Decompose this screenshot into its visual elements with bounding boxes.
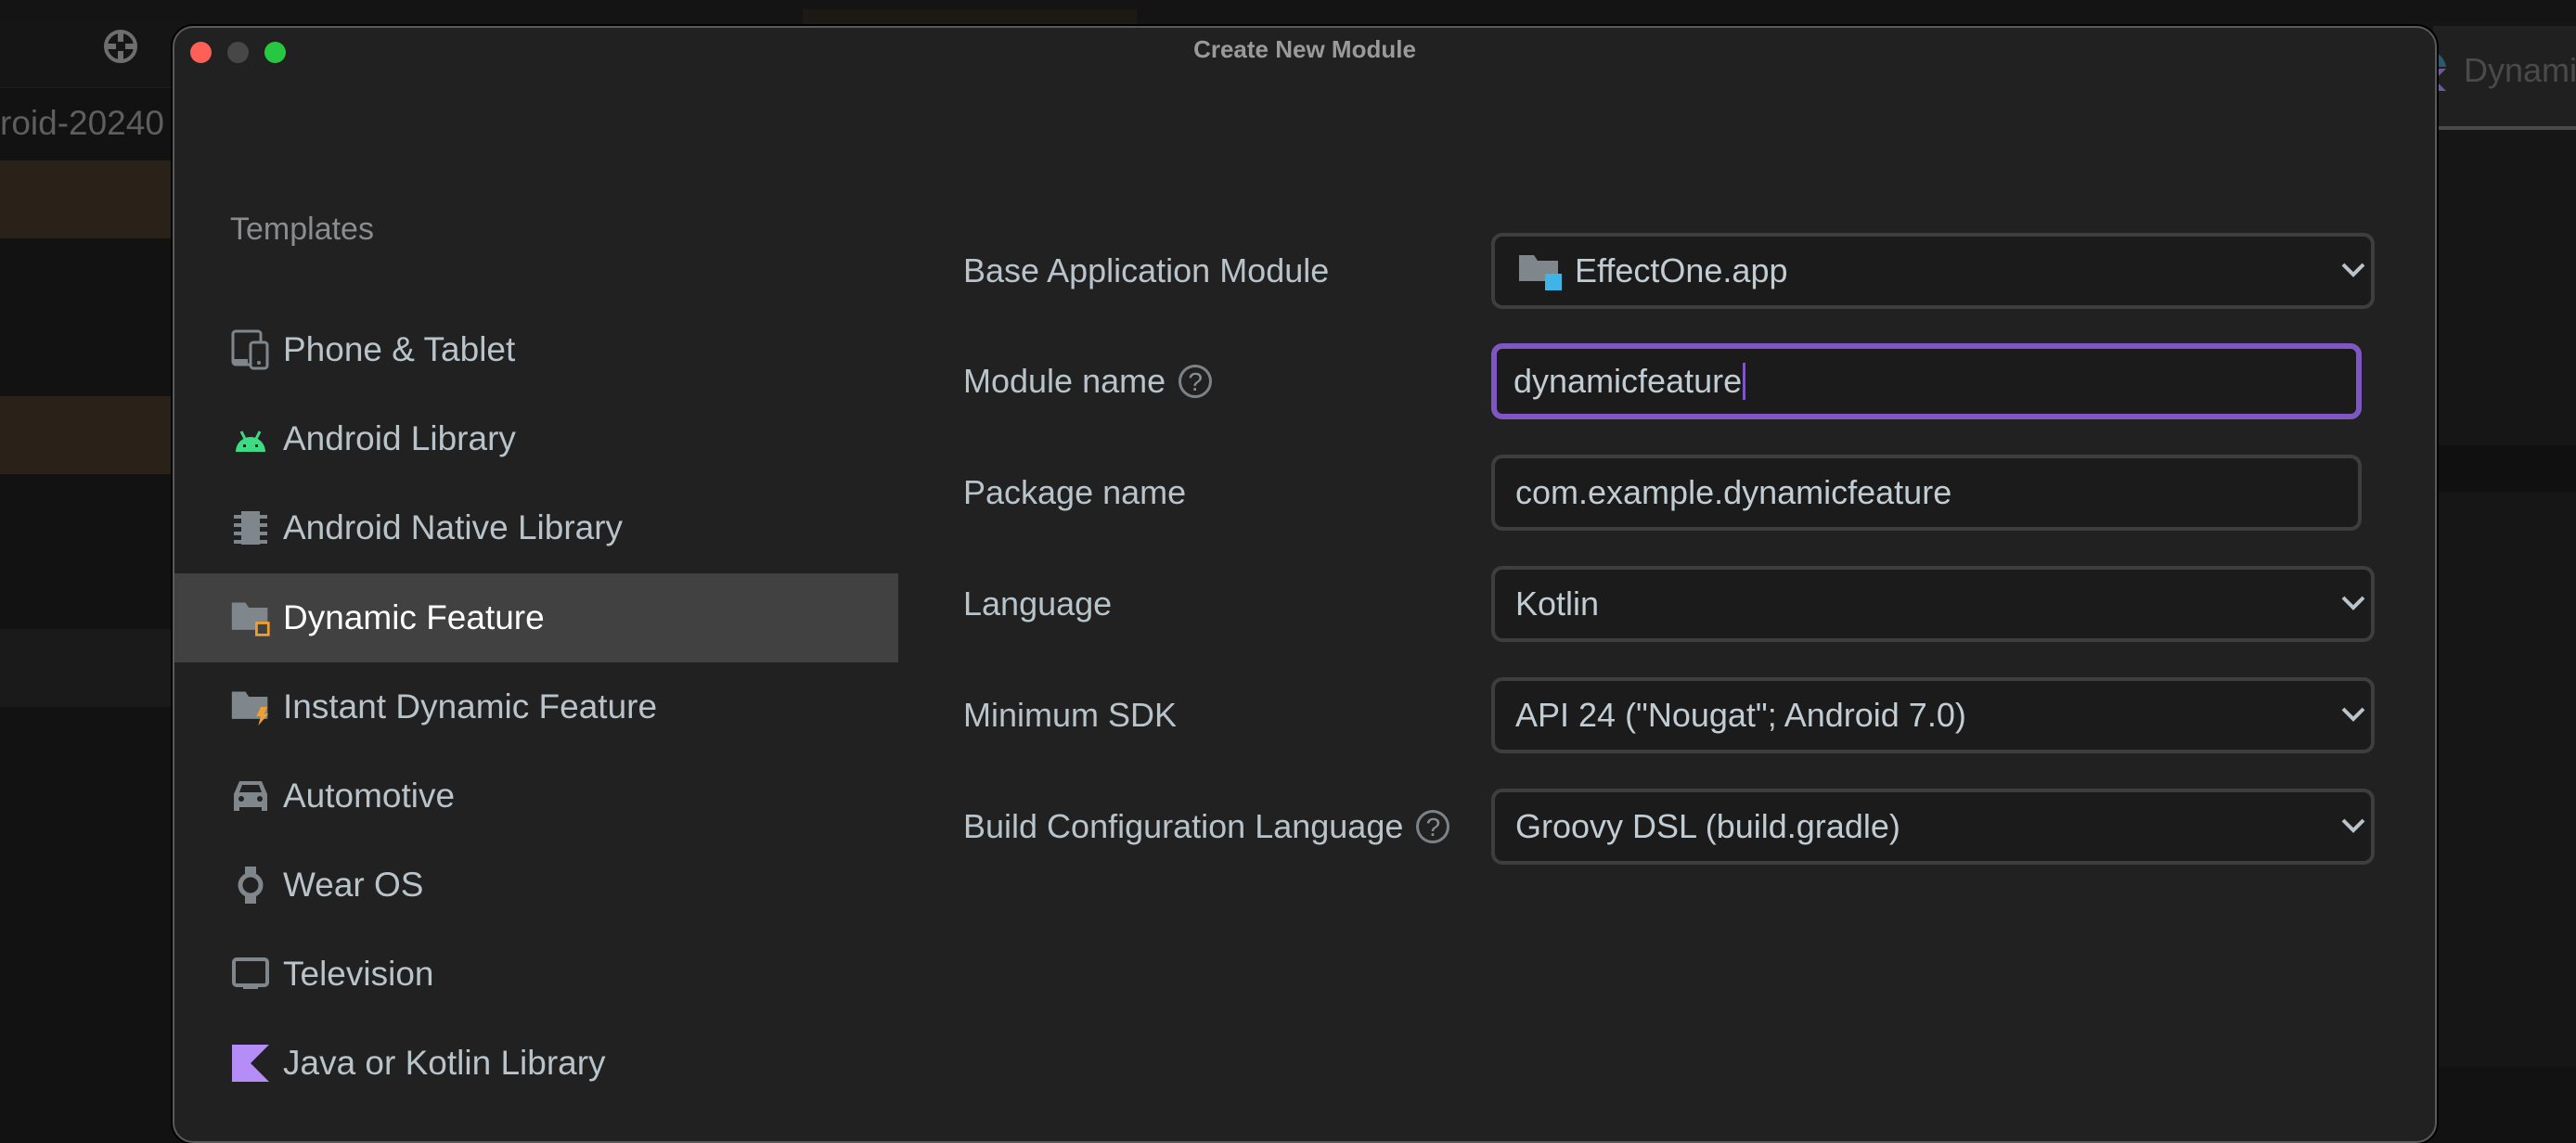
editor-tab-label: Dynami (2464, 51, 2576, 89)
chevron-down-icon (2341, 707, 2365, 722)
phone-tablet-icon (230, 329, 271, 370)
template-wear-os[interactable]: Wear OS (174, 841, 898, 930)
template-label: Wear OS (283, 866, 424, 904)
background-editor (2433, 130, 2576, 1067)
template-instant-dynamic-feature[interactable]: Instant Dynamic Feature (174, 662, 898, 751)
templates-sidebar: Templates Phone & Tablet Android Library… (174, 28, 898, 1141)
background-highlight-row (0, 161, 176, 238)
chevron-down-icon (2341, 596, 2365, 610)
target-icon[interactable] (102, 28, 139, 65)
form-row-language: Language Kotlin (963, 566, 2383, 642)
package-name-input[interactable]: com.example.dynamicfeature (1491, 455, 2362, 531)
build-config-value: Groovy DSL (build.gradle) (1515, 807, 1900, 845)
watch-icon (230, 865, 271, 905)
instant-feature-folder-icon (230, 687, 271, 727)
module-name-label-text: Module name (963, 362, 1166, 400)
template-label: Android Native Library (283, 508, 624, 546)
template-label: Android Library (283, 419, 516, 457)
form-row-package-name: Package name com.example.dynamicfeature (963, 455, 2383, 531)
template-dynamic-feature[interactable]: Dynamic Feature (174, 573, 898, 662)
template-label: Dynamic Feature (283, 598, 545, 636)
form-row-build-config: Build Configuration Language ? Groovy DS… (963, 789, 2383, 865)
min-sdk-label: Minimum SDK (963, 696, 1178, 734)
template-label: Java or Kotlin Library (283, 1044, 606, 1082)
package-name-value: com.example.dynamicfeature (1515, 473, 1952, 511)
chevron-down-icon (2341, 818, 2365, 833)
min-sdk-dropdown[interactable]: API 24 ("Nougat"; Android 7.0) (1491, 677, 2375, 753)
template-label: Automotive (283, 777, 456, 815)
template-java-kotlin-library[interactable]: Java or Kotlin Library (174, 1019, 898, 1108)
background-row (0, 629, 176, 707)
template-android-native-library[interactable]: Android Native Library (174, 483, 898, 572)
form-row-min-sdk: Minimum SDK API 24 ("Nougat"; Android 7.… (963, 677, 2383, 753)
form-row-base-module: Base Application Module EffectOne.app (963, 233, 2383, 309)
create-module-dialog: Create New Module Templates Phone & Tabl… (173, 26, 2437, 1143)
template-label: Television (283, 955, 434, 993)
base-module-dropdown[interactable]: EffectOne.app (1491, 233, 2375, 309)
language-label: Language (963, 584, 1113, 623)
android-icon (230, 418, 271, 459)
build-config-label: Build Configuration Language ? (963, 789, 1450, 865)
module-folder-icon (1519, 255, 1562, 290)
module-name-value: dynamicfeature (1513, 362, 1743, 400)
base-module-value: EffectOne.app (1575, 251, 1788, 289)
ide-top-bar (0, 0, 2576, 22)
template-television[interactable]: Television (174, 930, 898, 1019)
background-editor-strip (2433, 445, 2576, 492)
background-highlight-row (0, 396, 176, 474)
dynamic-feature-folder-icon (230, 597, 271, 638)
form-row-module-name: Module name ? dynamicfeature (963, 343, 2383, 419)
template-label: Phone & Tablet (283, 330, 516, 368)
tv-icon (230, 954, 271, 995)
text-caret (1743, 363, 1746, 400)
help-icon[interactable]: ? (1179, 365, 1213, 398)
kotlin-icon (230, 1043, 271, 1084)
base-module-label: Base Application Module (963, 251, 1330, 289)
language-value: Kotlin (1515, 584, 1600, 623)
build-config-label-text: Build Configuration Language (963, 807, 1404, 845)
module-name-input[interactable]: dynamicfeature (1491, 343, 2362, 419)
help-icon[interactable]: ? (1416, 810, 1450, 843)
chevron-down-icon (2341, 263, 2365, 277)
package-name-label: Package name (963, 473, 1187, 511)
ide-tab-highlight (803, 9, 1137, 26)
car-icon (230, 776, 271, 816)
build-config-dropdown[interactable]: Groovy DSL (build.gradle) (1491, 789, 2375, 865)
module-name-label: Module name ? (963, 343, 1213, 419)
chip-icon (230, 507, 271, 548)
template-android-library[interactable]: Android Library (174, 394, 898, 483)
min-sdk-value: API 24 ("Nougat"; Android 7.0) (1515, 696, 1966, 734)
template-label: Instant Dynamic Feature (283, 687, 658, 726)
templates-heading: Templates (230, 212, 374, 247)
template-automotive[interactable]: Automotive (174, 751, 898, 841)
language-dropdown[interactable]: Kotlin (1491, 566, 2375, 642)
template-phone-tablet[interactable]: Phone & Tablet (174, 305, 898, 394)
project-name: roid-20240 (0, 104, 164, 142)
